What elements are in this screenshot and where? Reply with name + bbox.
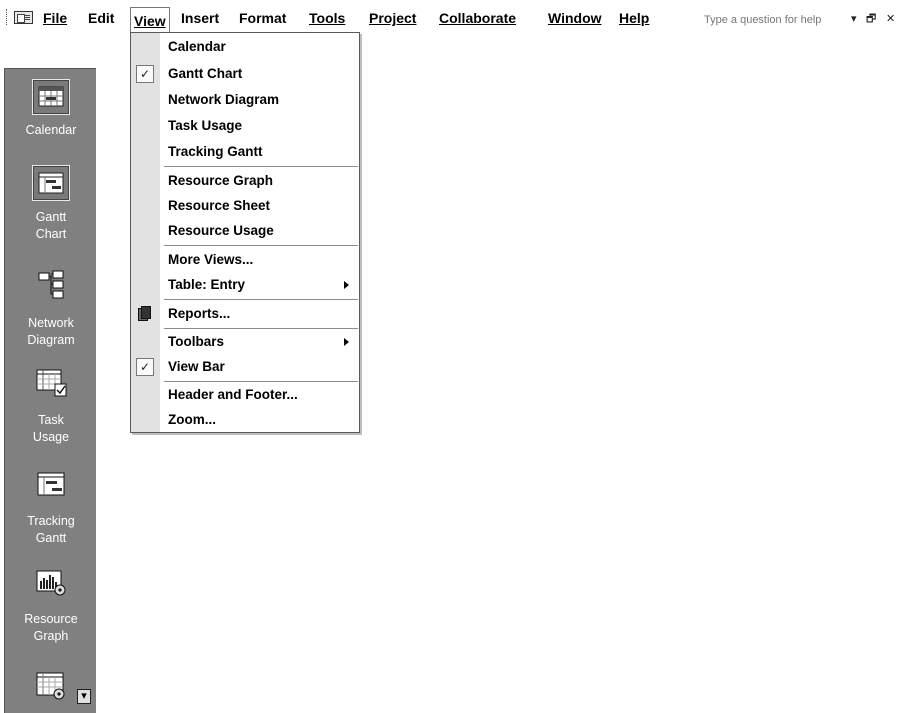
resource-sheet-view-icon [32, 667, 70, 703]
submenu-arrow-icon [344, 281, 349, 289]
view-menu-item-view-bar[interactable]: View Bar [160, 354, 359, 380]
view-bar-scroll-down-button[interactable]: ▾ [77, 689, 91, 704]
view-bar-task-usage-label-line2: Usage [32, 430, 70, 444]
menu-format[interactable]: Format [236, 8, 289, 28]
view-bar-tracking-gantt-label-line1: Tracking [27, 514, 75, 528]
restore-window-icon[interactable]: 🗗 [866, 11, 876, 27]
view-menu-item-calendar[interactable]: Calendar [160, 34, 359, 60]
view-menu-item-gantt-chart[interactable]: Gantt Chart [160, 61, 359, 87]
view-menu-item-more-views[interactable]: More Views... [160, 247, 359, 273]
help-question-box[interactable]: Type a question for help [704, 11, 840, 29]
network-diagram-view-icon [32, 267, 70, 303]
view-bar-calendar-label: Calendar [25, 123, 77, 137]
view-bar-network-diagram-label-line1: Network [28, 316, 74, 330]
view-menu-item-table-entry[interactable]: Table: Entry [160, 272, 359, 298]
menu-tools[interactable]: Tools [306, 8, 348, 28]
menu-window[interactable]: Window [545, 8, 605, 28]
toolbar-grip-handle[interactable] [6, 9, 10, 25]
gantt-chart-view-icon [32, 165, 70, 201]
view-bar-task-usage-label-line1: Task [38, 413, 64, 427]
task-usage-view-icon [32, 364, 70, 400]
tracking-gantt-view-icon [32, 467, 70, 503]
view-menu-item-resource-graph[interactable]: Resource Graph [160, 168, 359, 194]
view-menu-item-resource-usage[interactable]: Resource Usage [160, 218, 359, 244]
close-window-icon[interactable]: ✕ [886, 11, 895, 27]
view-menu-item-resource-sheet[interactable]: Resource Sheet [160, 193, 359, 219]
reports-icon [138, 306, 152, 321]
view-menu-item-network-diagram[interactable]: Network Diagram [160, 87, 359, 113]
submenu-arrow-icon [344, 338, 349, 346]
view-menu-item-header-and-footer[interactable]: Header and Footer... [160, 382, 359, 408]
view-menu-item-zoom[interactable]: Zoom... [160, 407, 359, 433]
menu-separator [164, 299, 358, 300]
resource-graph-view-icon [32, 565, 70, 601]
view-menu-dropdown: Calendar ✓ Gantt Chart Network Diagram T… [130, 32, 360, 433]
view-bar-tracking-gantt-label-line2: Gantt [35, 531, 67, 545]
view-bar: Calendar Gantt Chart Network Diagram Tas… [4, 68, 96, 713]
view-bar-gantt-chart-label-line1: Gantt [35, 210, 67, 224]
gantt-chart-checked-icon: ✓ [136, 65, 154, 83]
menu-view[interactable]: View [130, 7, 170, 34]
menu-separator [164, 166, 358, 167]
app-control-icon[interactable] [14, 11, 33, 24]
view-bar-resource-graph-label-line2: Graph [33, 629, 69, 643]
view-menu-item-reports[interactable]: Reports... [160, 301, 359, 327]
menu-insert[interactable]: Insert [178, 8, 222, 28]
view-menu-item-task-usage[interactable]: Task Usage [160, 113, 359, 139]
menu-help[interactable]: Help [616, 8, 652, 28]
view-bar-gantt-chart-label-line2: Chart [35, 227, 67, 241]
menu-bar: File Edit View Insert Format Tools Proje… [0, 0, 899, 34]
help-dropdown-icon[interactable]: ▾ [851, 11, 857, 27]
view-bar-network-diagram-label-line2: Diagram [27, 333, 75, 347]
menu-separator [164, 245, 358, 246]
menu-project[interactable]: Project [366, 8, 419, 28]
menu-edit[interactable]: Edit [85, 8, 117, 28]
view-bar-resource-graph-label-line1: Resource [24, 612, 78, 626]
view-menu-item-tracking-gantt[interactable]: Tracking Gantt [160, 139, 359, 165]
view-menu-item-toolbars[interactable]: Toolbars [160, 329, 359, 355]
menu-file[interactable]: File [40, 8, 70, 28]
menu-collaborate[interactable]: Collaborate [436, 8, 519, 28]
view-bar-checked-icon: ✓ [136, 358, 154, 376]
calendar-view-icon [32, 79, 70, 115]
